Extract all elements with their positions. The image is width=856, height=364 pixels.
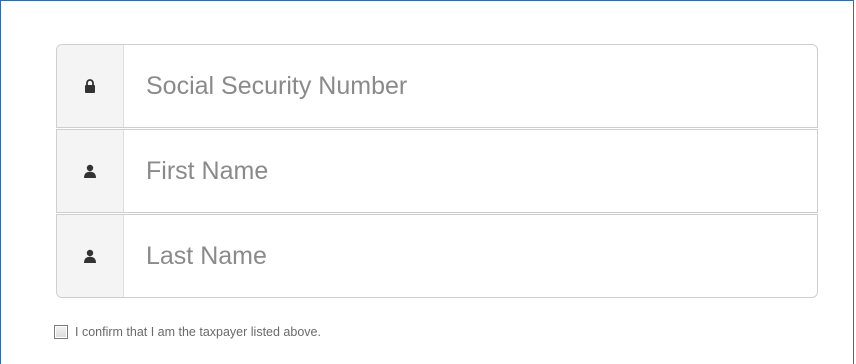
user-icon xyxy=(57,130,124,212)
confirm-label[interactable]: I confirm that I am the taxpayer listed … xyxy=(75,325,321,339)
last-name-input[interactable] xyxy=(124,215,817,297)
user-icon xyxy=(57,215,124,297)
lock-icon xyxy=(57,45,124,127)
last-name-field-row xyxy=(56,214,818,298)
first-name-input[interactable] xyxy=(124,130,817,212)
identity-fields xyxy=(56,44,818,299)
confirm-checkbox[interactable] xyxy=(54,325,68,339)
form-panel: I confirm that I am the taxpayer listed … xyxy=(0,0,854,364)
confirm-row: I confirm that I am the taxpayer listed … xyxy=(54,325,321,339)
ssn-field-row xyxy=(56,44,818,128)
ssn-input[interactable] xyxy=(124,45,817,127)
first-name-field-row xyxy=(56,129,818,213)
